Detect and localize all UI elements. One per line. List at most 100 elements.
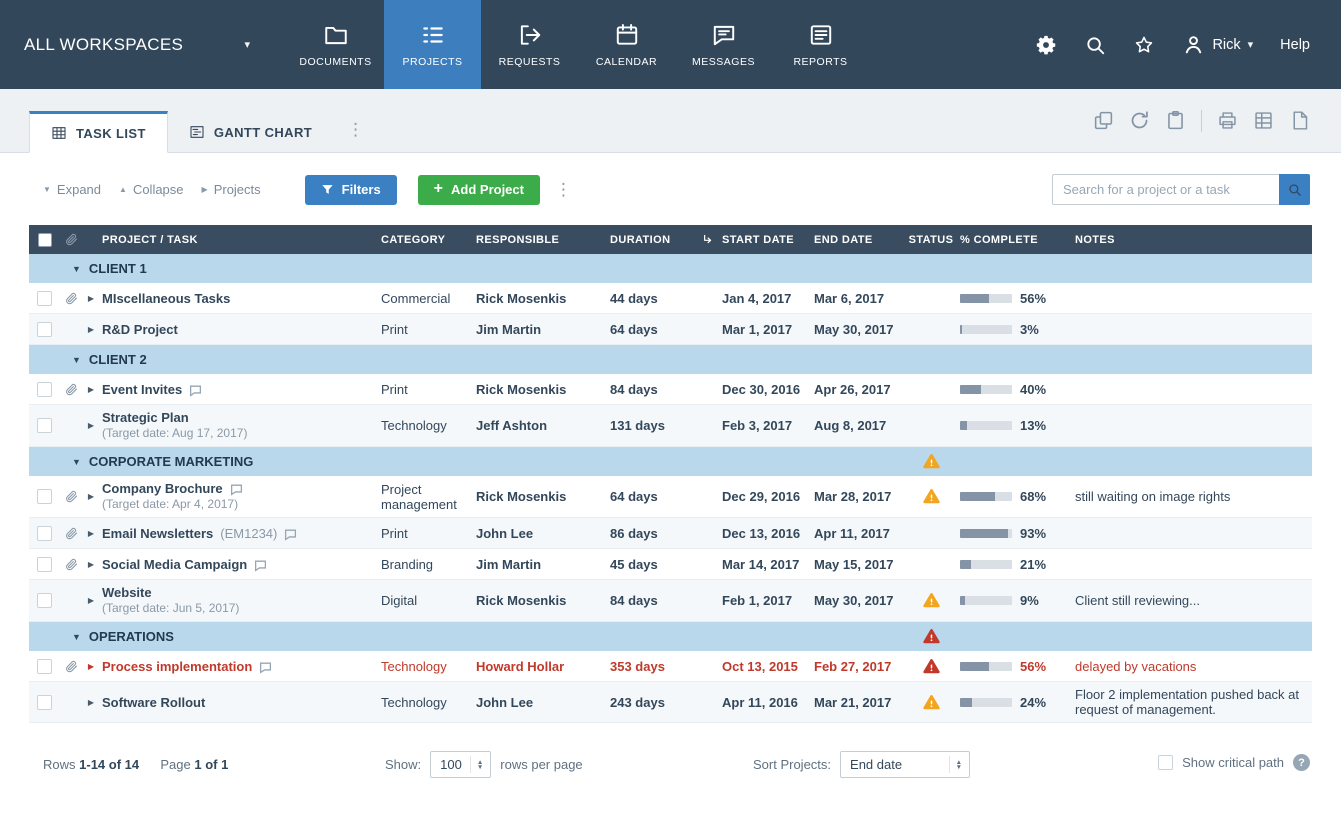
collapse-group-icon[interactable]: ▼ <box>72 632 81 642</box>
search-submit-button[interactable] <box>1279 174 1310 205</box>
task-notes <box>1072 518 1312 548</box>
row-checkbox[interactable] <box>37 659 52 674</box>
row-checkbox[interactable] <box>37 322 52 337</box>
task-name[interactable]: Process implementation <box>102 659 252 674</box>
column-header-project-task[interactable]: PROJECT / TASK <box>99 225 378 254</box>
rows-per-page-input[interactable]: 100 ▲▼ <box>430 751 491 778</box>
toolbar-menu-dots-icon[interactable]: ⋮ <box>555 180 572 200</box>
nav-item-requests[interactable]: REQUESTS <box>481 0 578 89</box>
row-checkbox[interactable] <box>37 593 52 608</box>
group-name-cell: ▼CORPORATE MARKETING <box>60 447 905 476</box>
collapse-button[interactable]: ▲ Collapse <box>119 182 184 197</box>
user-menu[interactable]: Rick ▾ <box>1182 33 1253 56</box>
task-name-cell: Strategic Plan(Target date: Aug 17, 2017… <box>99 405 378 446</box>
comment-icon[interactable] <box>189 382 202 397</box>
expand-row-icon[interactable]: ▶ <box>88 322 94 337</box>
column-header-end-date[interactable]: END DATE <box>811 225 905 254</box>
select-all-checkbox[interactable] <box>38 233 52 247</box>
help-question-icon[interactable]: ? <box>1293 754 1310 771</box>
nav-item-messages[interactable]: MESSAGES <box>675 0 772 89</box>
task-name[interactable]: Strategic Plan <box>102 410 189 425</box>
nav-item-documents[interactable]: DOCUMENTS <box>287 0 384 89</box>
task-name[interactable]: Company Brochure <box>102 481 223 496</box>
nav-item-projects[interactable]: PROJECTS <box>384 0 481 89</box>
row-checkbox[interactable] <box>37 418 52 433</box>
settings-gear-icon[interactable] <box>1035 34 1057 56</box>
expand-row-icon[interactable]: ▶ <box>88 593 94 608</box>
bubble-icon <box>711 22 737 48</box>
task-status-cell <box>905 518 957 548</box>
checkbox-cell <box>29 651 60 681</box>
recycle-icon[interactable] <box>1129 110 1150 131</box>
expand-row-icon[interactable]: ▶ <box>88 382 94 397</box>
tab-label: GANTT CHART <box>214 125 312 140</box>
triangle-down-icon: ▼ <box>43 185 51 194</box>
row-checkbox[interactable] <box>37 382 52 397</box>
collapse-group-icon[interactable]: ▼ <box>72 264 81 274</box>
task-status-cell <box>905 314 957 344</box>
workspace-selector[interactable]: ALL WORKSPACES ▾ <box>0 0 262 89</box>
expand-row-icon[interactable]: ▶ <box>88 291 94 306</box>
column-header-responsible[interactable]: RESPONSIBLE <box>473 225 607 254</box>
comment-icon[interactable] <box>230 481 243 496</box>
task-duration: 64 days <box>607 476 695 517</box>
percent-complete: 56% <box>1020 291 1046 306</box>
row-checkbox[interactable] <box>37 489 52 504</box>
collapse-group-icon[interactable]: ▼ <box>72 457 81 467</box>
row-checkbox[interactable] <box>37 695 52 710</box>
column-header-status[interactable]: STATUS <box>905 225 957 254</box>
expand-row-icon[interactable]: ▶ <box>88 695 94 710</box>
expand-row-icon[interactable]: ▶ <box>88 557 94 572</box>
group-name-cell: ▼OPERATIONS <box>60 622 905 651</box>
page-indicator: 1 of 1 <box>194 757 228 772</box>
row-checkbox[interactable] <box>37 291 52 306</box>
nav-item-reports[interactable]: REPORTS <box>772 0 869 89</box>
collapse-group-icon[interactable]: ▼ <box>72 355 81 365</box>
row-checkbox[interactable] <box>37 557 52 572</box>
task-name[interactable]: Software Rollout <box>102 695 205 710</box>
show-critical-path-checkbox[interactable] <box>1158 755 1173 770</box>
column-header-start-date[interactable]: START DATE <box>719 225 811 254</box>
search-input[interactable] <box>1052 174 1279 205</box>
column-header-category[interactable]: CATEGORY <box>378 225 473 254</box>
comment-icon[interactable] <box>254 557 267 572</box>
column-header-duration[interactable]: DURATION <box>607 225 695 254</box>
task-row: ▶MIscellaneous TasksCommercialRick Mosen… <box>29 283 1312 314</box>
filters-button[interactable]: Filters <box>305 175 397 205</box>
projects-toggle-button[interactable]: ▶ Projects <box>202 182 261 197</box>
nav-item-calendar[interactable]: CALENDAR <box>578 0 675 89</box>
expand-button[interactable]: ▼ Expand <box>43 182 101 197</box>
tab-menu-dots-icon[interactable]: ⋮ <box>347 120 364 140</box>
task-name[interactable]: Social Media Campaign <box>102 557 247 572</box>
search-icon[interactable] <box>1084 34 1106 56</box>
row-checkbox[interactable] <box>37 526 52 541</box>
task-responsible: John Lee <box>473 682 607 722</box>
task-name[interactable]: Event Invites <box>102 382 182 397</box>
column-header-complete[interactable]: % COMPLETE <box>957 225 1072 254</box>
tab-task-list[interactable]: TASK LIST <box>29 111 168 153</box>
add-project-button[interactable]: + Add Project <box>418 175 540 205</box>
spinner-arrows-icon[interactable]: ▲▼ <box>470 756 483 773</box>
column-header-notes[interactable]: NOTES <box>1072 225 1312 254</box>
task-name[interactable]: MIscellaneous Tasks <box>102 291 230 306</box>
sort-projects-select[interactable]: End date ▲▼ <box>840 751 970 778</box>
paperclip-icon <box>65 383 78 396</box>
clipboard-icon[interactable] <box>1165 110 1186 131</box>
comment-icon[interactable] <box>284 526 297 541</box>
print-icon[interactable] <box>1217 110 1238 131</box>
task-name[interactable]: Website <box>102 585 152 600</box>
expand-row-icon[interactable]: ▶ <box>88 526 94 541</box>
expand-row-icon[interactable]: ▶ <box>88 418 94 433</box>
expand-row-icon[interactable]: ▶ <box>88 489 94 504</box>
tab-gantt-chart[interactable]: GANTT CHART <box>168 111 333 153</box>
task-name[interactable]: Email Newsletters <box>102 526 213 541</box>
pdf-icon[interactable] <box>1289 110 1310 131</box>
comment-icon[interactable] <box>259 659 272 674</box>
help-link[interactable]: Help <box>1280 37 1310 53</box>
favorites-star-icon[interactable] <box>1133 34 1155 56</box>
expand-row-icon[interactable]: ▶ <box>88 659 94 674</box>
task-name[interactable]: R&D Project <box>102 322 178 337</box>
progress-bar <box>960 325 1012 334</box>
excel-icon[interactable] <box>1253 110 1274 131</box>
copy-icon[interactable] <box>1093 110 1114 131</box>
